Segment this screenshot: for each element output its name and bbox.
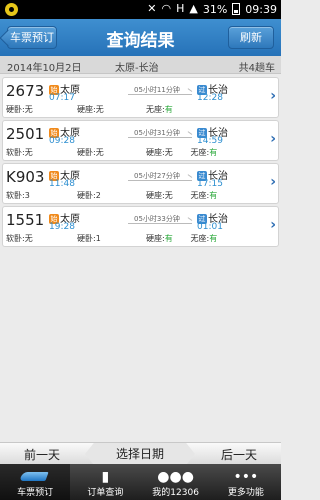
tab-label: 订单查询 (87, 488, 124, 498)
departure-time: 19:28 (49, 222, 75, 232)
seat-availability: 软卧:3 (6, 191, 30, 200)
status-bar: ✕ ◠ H ▲ 31% 09:39 (0, 0, 281, 19)
train-number: K903 (6, 168, 45, 186)
seat-availability: 硬卧:无 (77, 148, 104, 157)
people-icon: ●●● (157, 469, 194, 485)
battery-icon (232, 3, 241, 15)
wifi-icon: ◠ (161, 2, 172, 15)
title-bar: 车票预订 查询结果 刷新 (0, 19, 281, 56)
clock: 09:39 (245, 2, 277, 16)
battery-percent: 31% (202, 2, 228, 16)
arrival-time: 12:28 (197, 93, 223, 103)
route-arrow-icon (128, 223, 192, 224)
train-row[interactable]: K903 始太原 11:48 05小时27分钟 过长治 17:15 软卧:3 硬… (2, 163, 279, 204)
more-icon: ••• (233, 469, 259, 485)
departure-time: 11:48 (49, 179, 75, 189)
bottom-tab-bar: 车票预订 ▮ 订单查询 ●●● 我的12306 ••• 更多功能 (0, 464, 281, 500)
chevron-right-icon: › (270, 88, 276, 104)
query-route: 太原-长治 (115, 63, 159, 74)
train-icon (21, 470, 49, 483)
seat-availability: 硬卧:无 (6, 105, 33, 114)
seat-availability: 硬座:有 无座:有 (146, 234, 218, 243)
train-number: 2501 (6, 125, 45, 143)
chevron-right-icon: › (270, 131, 276, 147)
seat-availability: 硬座:无 无座:有 (146, 148, 218, 157)
seat-availability: 软卧:无 (6, 234, 33, 243)
chevron-right-icon: › (270, 217, 276, 233)
departure-time: 09:28 (49, 136, 75, 146)
route-arrow-icon (128, 137, 192, 138)
train-row[interactable]: 1551 始太原 19:28 05小时33分钟 过长治 01:01 软卧:无 硬… (2, 206, 279, 247)
notification-icon (5, 3, 18, 16)
clipboard-icon: ▮ (101, 469, 110, 485)
seat-availability: 硬卧:1 (77, 234, 101, 243)
tab-order-query[interactable]: ▮ 订单查询 (70, 464, 140, 500)
refresh-button[interactable]: 刷新 (228, 26, 274, 49)
tab-label: 更多功能 (227, 488, 264, 498)
seat-availability: 无座:有 (146, 105, 173, 114)
tab-my-12306[interactable]: ●●● 我的12306 (141, 464, 211, 500)
chevron-right-icon: › (270, 174, 276, 190)
previous-day-button[interactable]: 前一天 (24, 446, 60, 463)
tab-more[interactable]: ••• 更多功能 (211, 464, 281, 500)
departure-time: 07:17 (49, 93, 75, 103)
train-number: 1551 (6, 211, 45, 229)
next-day-button[interactable]: 后一天 (221, 446, 257, 463)
mute-icon: ✕ (147, 2, 157, 15)
tab-ticket-booking[interactable]: 车票预订 (0, 464, 71, 500)
seat-availability: 硬卧:2 (77, 191, 101, 200)
pick-date-button[interactable]: 选择日期 (85, 443, 195, 465)
seat-availability: 软卧:无 (6, 148, 33, 157)
train-row[interactable]: 2501 始太原 09:28 05小时31分钟 过长治 14:59 软卧:无 硬… (2, 120, 279, 161)
arrival-time: 14:59 (197, 136, 223, 146)
tab-label: 车票预订 (17, 488, 54, 498)
train-number: 2673 (6, 82, 45, 100)
signal-icon: ▲ (189, 2, 198, 15)
route-arrow-icon (128, 180, 192, 181)
arrival-time: 17:15 (197, 179, 223, 189)
result-count: 共4趟车 (238, 63, 275, 74)
query-date: 2014年10月2日 (7, 63, 82, 74)
train-list: 2673 始太原 07:17 05小时11分钟 过长治 12:28 硬卧:无 硬… (2, 77, 279, 249)
seat-availability: 硬座:无 (77, 105, 104, 114)
network-type: H (176, 2, 185, 15)
seat-availability: 硬座:无 无座:有 (146, 191, 218, 200)
train-row[interactable]: 2673 始太原 07:17 05小时11分钟 过长治 12:28 硬卧:无 硬… (2, 77, 279, 118)
tab-label: 我的12306 (152, 488, 199, 498)
query-summary: 2014年10月2日 太原-长治 共4趟车 (0, 56, 281, 74)
day-navigation: 前一天 选择日期 后一天 (0, 442, 281, 465)
route-arrow-icon (128, 94, 192, 95)
arrival-time: 01:01 (197, 222, 223, 232)
